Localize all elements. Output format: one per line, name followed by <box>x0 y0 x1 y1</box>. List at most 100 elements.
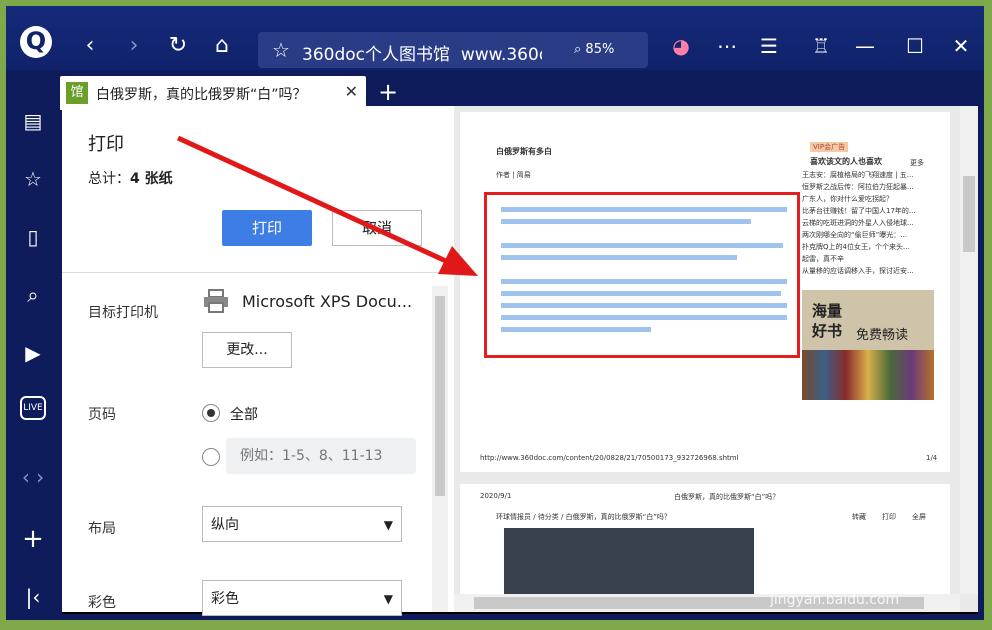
pages-input[interactable]: 例如：1-5、8、11-13 <box>226 438 416 474</box>
related-item: 两次刚哪全向的“偷巨师”曝光：... <box>802 231 907 239</box>
total-value: 4 张纸 <box>130 171 173 187</box>
page2-action: 转藏 <box>852 513 866 521</box>
prev-next-icon[interactable]: ‹ › <box>18 462 48 492</box>
url-title: 360doc个人图书馆 <box>302 45 450 65</box>
page-content: 打印 总计：4 张纸 打印 取消 目标打印机 Microsoft XPS Doc… <box>62 106 978 616</box>
preview-page-2: 2020/9/1 白俄罗斯，真的比俄罗斯“白”吗？ 环球情报员 / 待分类 / … <box>460 484 950 596</box>
collapse-sidebar-icon[interactable]: |‹ <box>18 582 48 612</box>
article-photo <box>504 528 754 596</box>
text-line <box>501 315 787 320</box>
printer-name: Microsoft XPS Docu... <box>242 292 413 311</box>
color-select[interactable]: 彩色 ▼ <box>202 580 402 616</box>
minimize-icon[interactable]: — <box>850 34 880 58</box>
cat-icon[interactable]: ◕ <box>666 34 696 58</box>
pages-custom-radio[interactable] <box>202 448 220 466</box>
related-item: 比茅台往赚钱！留了中国人17年的... <box>802 207 916 215</box>
address-text[interactable]: 360doc个人图书馆 www.360d <box>302 40 542 65</box>
article-author: 作者 | 简易 <box>496 171 531 179</box>
text-line <box>501 219 751 224</box>
related-item: 起雷，真不辛 <box>802 255 844 263</box>
print-button[interactable]: 打印 <box>222 210 312 246</box>
maximize-icon[interactable]: ☐ <box>900 34 930 58</box>
baidu-watermark: Bai经验 <box>756 556 870 591</box>
address-bar[interactable]: ☆ 360doc个人图书馆 www.360d ⌕ 85% <box>258 32 648 68</box>
page2-action: 全屏 <box>912 513 926 521</box>
shirt-icon[interactable]: ♖ <box>806 34 836 58</box>
settings-scrollbar[interactable] <box>432 286 448 612</box>
back-icon[interactable]: ‹ <box>76 32 104 60</box>
text-line <box>501 291 781 296</box>
more-icon[interactable]: ⋯ <box>712 34 742 58</box>
favorites-icon[interactable]: ☆ <box>18 164 48 194</box>
tab-favicon: 馆 <box>66 82 88 104</box>
divider <box>62 272 454 273</box>
vip-tag: VIP会广告 <box>810 142 849 152</box>
home-icon[interactable]: ⌂ <box>208 32 236 60</box>
color-value: 彩色 <box>211 591 239 607</box>
tab-close-icon[interactable]: ✕ <box>345 82 358 101</box>
related-title: 喜欢该文的人也喜欢 <box>810 157 882 166</box>
ad-text-1: 海量 <box>812 302 843 320</box>
related-item: 云梯的吃斑进洞的外星人入侵地球... <box>802 219 914 227</box>
page2-date: 2020/9/1 <box>480 492 512 500</box>
new-tab-icon[interactable]: + <box>378 78 398 106</box>
related-item: 从量移的应话调移入手，探讨近安... <box>802 267 914 275</box>
refresh-icon[interactable]: ↻ <box>164 32 192 60</box>
change-printer-button[interactable]: 更改... <box>202 332 292 368</box>
tab-title: 白俄罗斯，真的比俄罗斯“白”吗？ <box>96 87 307 103</box>
add-icon[interactable]: + <box>18 524 48 554</box>
ad-text-2: 好书 <box>812 322 843 340</box>
chevron-down-icon: ▼ <box>383 592 393 606</box>
zoom-indicator[interactable]: ⌕ 85% <box>574 42 614 57</box>
ad-text-3: 免费畅读 <box>856 328 909 343</box>
scrollbar-thumb[interactable] <box>963 176 975 252</box>
text-line <box>501 279 787 284</box>
preview-page-1: 白俄罗斯有多白 作者 | 简易 VIP会广告 喜欢该文的人也喜欢 更多 王志安：… <box>460 112 950 472</box>
pages-label: 页码 <box>88 407 116 423</box>
text-line <box>501 255 737 260</box>
search-icon[interactable]: ⌕ <box>18 280 48 310</box>
footer-url: http://www.360doc.com/content/20/0828/21… <box>480 454 739 462</box>
page2-breadcrumb: 环球情报员 / 待分类 / 白俄罗斯，真的比俄罗斯“白”吗？ <box>496 513 671 521</box>
url-domain: www.360d <box>460 45 542 65</box>
chevron-down-icon: ▼ <box>383 518 393 532</box>
related-item: 扑克牌Q上的4位女王，个个来头... <box>802 243 910 251</box>
browser-logo[interactable]: Q <box>20 26 52 58</box>
tab-strip: 馆 白俄罗斯，真的比俄罗斯“白”吗？ ✕ + <box>58 72 984 110</box>
print-dialog: 打印 总计：4 张纸 打印 取消 目标打印机 Microsoft XPS Doc… <box>62 106 454 616</box>
color-label: 彩色 <box>88 595 116 611</box>
book-icon[interactable]: ▯ <box>18 222 48 252</box>
text-line <box>501 207 787 212</box>
baidu-watermark-site: jingyan.baidu.com <box>770 592 900 608</box>
close-window-icon[interactable]: ✕ <box>946 34 976 58</box>
video-icon[interactable]: ▶ <box>18 338 48 368</box>
printer-label: 目标打印机 <box>88 305 158 321</box>
pages-all-label: 全部 <box>230 407 258 423</box>
pages-all-radio[interactable] <box>202 404 220 422</box>
print-preview: 白俄罗斯有多白 作者 | 简易 VIP会广告 喜欢该文的人也喜欢 更多 王志安：… <box>454 106 978 612</box>
browser-sidebar: ▤ ☆ ▯ ⌕ ▶ LIVE ‹ › + |‹ <box>6 72 58 620</box>
total-label: 总计： <box>88 171 130 187</box>
text-line <box>501 327 651 332</box>
print-title: 打印 <box>88 134 124 155</box>
books-illustration <box>802 350 934 400</box>
tab-active[interactable]: 馆 白俄罗斯，真的比俄罗斯“白”吗？ ✕ <box>60 76 366 110</box>
menu-icon[interactable]: ☰ <box>754 34 784 58</box>
highlight-box <box>484 192 800 358</box>
layout-value: 纵向 <box>211 517 239 533</box>
layout-select[interactable]: 纵向 ▼ <box>202 506 402 542</box>
page2-title: 白俄罗斯，真的比俄罗斯“白”吗？ <box>674 493 780 501</box>
forward-icon[interactable]: › <box>120 32 148 60</box>
page2-action: 打印 <box>882 513 896 521</box>
text-line <box>501 303 787 308</box>
scrollbar-thumb[interactable] <box>435 296 445 496</box>
preview-vertical-scrollbar[interactable] <box>960 106 978 594</box>
cancel-button[interactable]: 取消 <box>332 210 422 246</box>
related-item: 王志安：腐植格局的飞翔速度 | 五... <box>802 171 914 179</box>
bookmark-star-icon[interactable]: ☆ <box>272 38 290 62</box>
related-item: 广东人，你对什么爱吃拐起？ <box>802 195 893 203</box>
reader-icon[interactable]: ▤ <box>18 106 48 136</box>
live-icon[interactable]: LIVE <box>20 396 46 420</box>
footer-page: 1/4 <box>926 454 938 462</box>
ad-image: 海量 好书 免费畅读 <box>802 290 934 400</box>
